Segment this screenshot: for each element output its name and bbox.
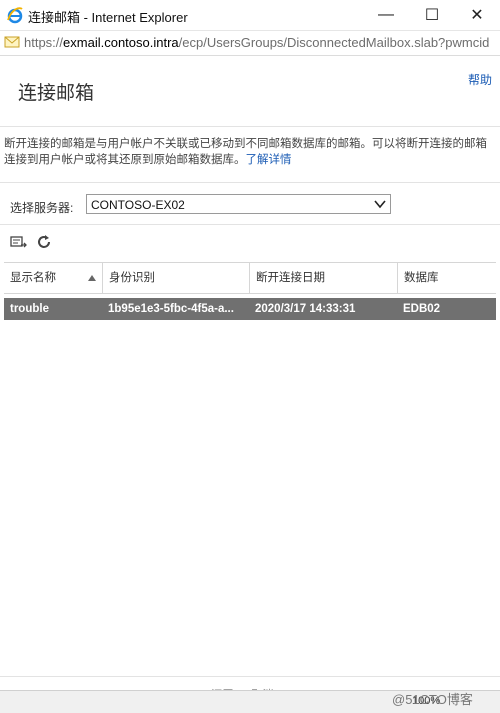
- help-link[interactable]: 帮助: [468, 71, 492, 88]
- watermark: @51CTO博客: [392, 692, 473, 707]
- table-header: 显示名称 身份识别 断开连接日期 数据库: [4, 262, 496, 294]
- window-title: 连接邮箱 - Internet Explorer: [28, 10, 188, 25]
- page-mail-icon: [4, 36, 20, 48]
- column-header-disconnect-date[interactable]: 断开连接日期: [249, 263, 397, 293]
- description-text: 断开连接的邮箱是与用户帐户不关联或已移动到不同邮箱数据库的邮箱。可以将断开连接的…: [4, 136, 496, 168]
- url-text[interactable]: https://exmail.contoso.intra/ecp/UsersGr…: [24, 35, 498, 50]
- close-button[interactable]: ✕: [454, 0, 500, 30]
- table-row[interactable]: trouble 1b95e1e3-5fbc-4f5a-a... 2020/3/1…: [4, 298, 496, 320]
- server-label: 选择服务器:: [10, 201, 74, 215]
- url-path: /ecp/UsersGroups/DisconnectedMailbox.sla…: [178, 35, 490, 50]
- column-header-database[interactable]: 数据库: [397, 263, 496, 293]
- address-bar[interactable]: https://exmail.contoso.intra/ecp/UsersGr…: [0, 31, 500, 56]
- server-selected-value: CONTOSO-EX02: [91, 198, 185, 212]
- connect-mailbox-icon[interactable]: [10, 234, 28, 250]
- page-title: 连接邮箱: [18, 83, 95, 104]
- cell-identity: 1b95e1e3-5fbc-4f5a-a...: [108, 303, 234, 315]
- selector-divider: [0, 224, 500, 225]
- footer-divider: [0, 676, 500, 677]
- cell-database: EDB02: [403, 303, 441, 315]
- cell-disconnect-date: 2020/3/17 14:33:31: [255, 303, 356, 315]
- refresh-icon[interactable]: [35, 234, 53, 250]
- column-header-display-name[interactable]: 显示名称: [4, 263, 102, 293]
- window-title-bar: 连接邮箱 - Internet Explorer — ☐ ✕: [0, 0, 500, 31]
- learn-more-link[interactable]: 了解详情: [246, 154, 292, 166]
- internet-explorer-icon: [7, 7, 23, 24]
- description-divider: [0, 182, 500, 183]
- maximize-button[interactable]: ☐: [409, 0, 455, 30]
- url-prefix: https://: [24, 35, 64, 50]
- chevron-down-icon: [374, 200, 386, 209]
- disconnected-mailbox-table: 显示名称 身份识别 断开连接日期 数据库 trouble 1b95e1e3-5f…: [4, 262, 496, 320]
- server-select[interactable]: CONTOSO-EX02: [86, 194, 391, 214]
- minimize-button[interactable]: —: [363, 0, 409, 30]
- header-divider: [0, 126, 500, 127]
- column-header-label: 显示名称: [10, 272, 56, 284]
- sort-ascending-icon: [88, 275, 96, 281]
- url-host: exmail.contoso.intra: [63, 35, 179, 50]
- cell-display-name: trouble: [10, 303, 49, 315]
- column-header-identity[interactable]: 身份识别: [102, 263, 249, 293]
